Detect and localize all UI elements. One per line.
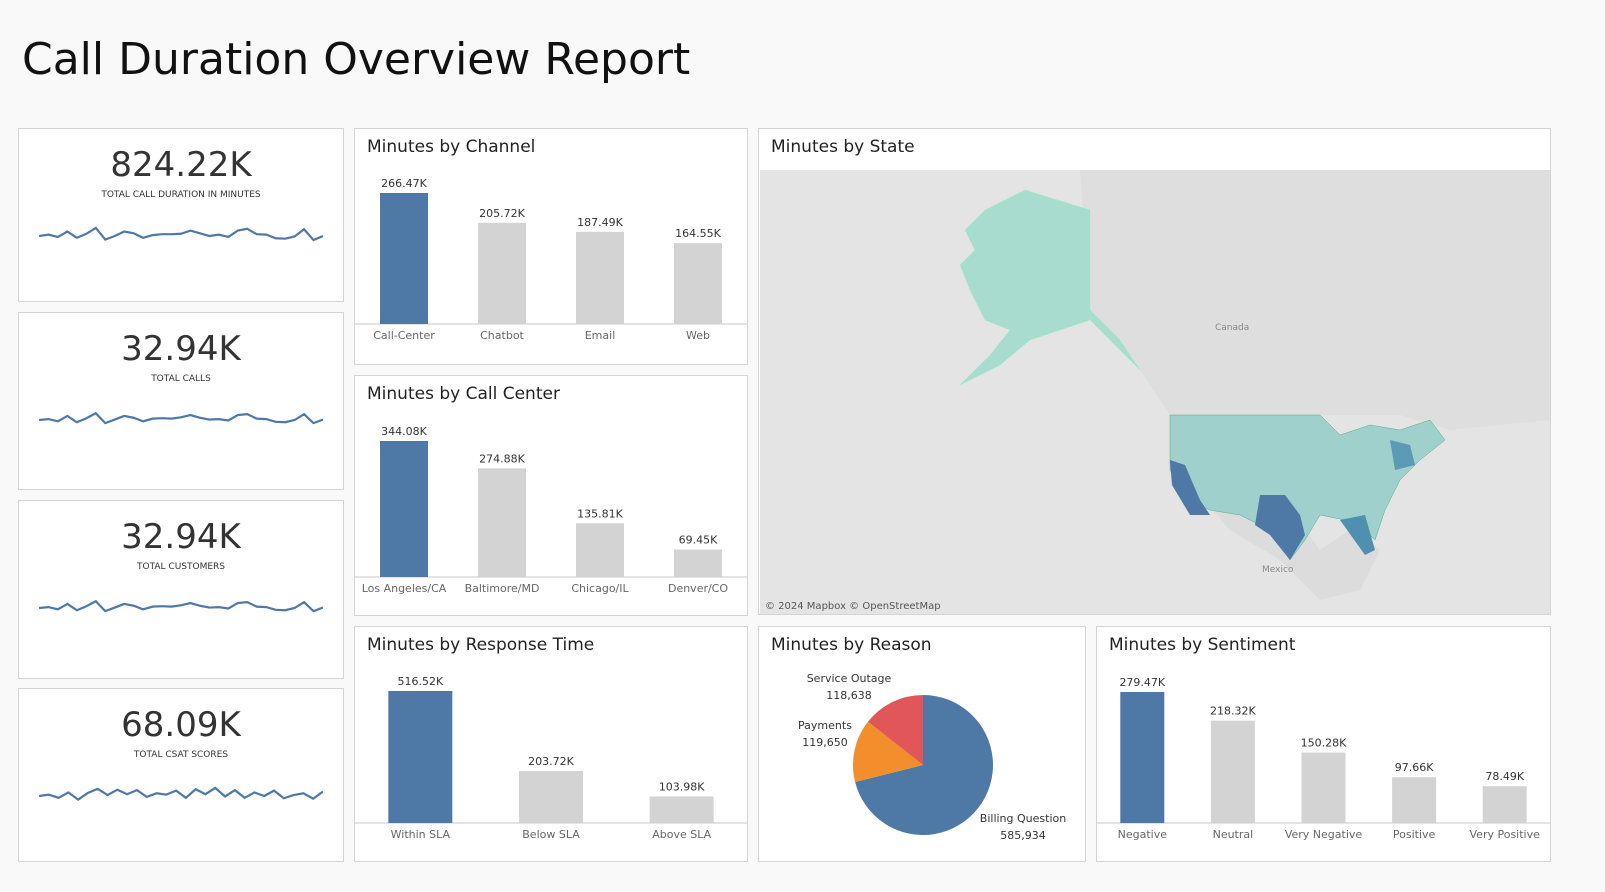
channel-chart-panel: Minutes by Channel 266.47K Call-Center 205… [354, 128, 748, 365]
pie-label-name: Billing Question [980, 812, 1066, 825]
sparkline-path [39, 411, 323, 425]
chart-title: Minutes by State [771, 137, 915, 157]
bar[interactable] [380, 193, 428, 324]
category-label: Chicago/IL [571, 582, 629, 595]
bar-value-label: 150.28K [1301, 737, 1347, 750]
bar-value-label: 69.45K [679, 534, 718, 547]
chart-title: Minutes by Reason [771, 635, 932, 655]
bar[interactable] [380, 441, 428, 577]
category-label: Baltimore/MD [465, 582, 540, 595]
category-label: Call-Center [373, 329, 435, 342]
map-label-canada: Canada [1215, 323, 1250, 333]
category-label: Very Positive [1470, 828, 1541, 841]
chart-title: Minutes by Call Center [367, 384, 560, 404]
category-label: Chatbot [480, 329, 524, 342]
category-label: Positive [1393, 828, 1436, 841]
bar-value-label: 203.72K [528, 755, 574, 768]
category-label: Denver/CO [668, 582, 728, 595]
state-map[interactable] [760, 170, 1550, 614]
kpi-label: TOTAL CUSTOMERS [137, 562, 225, 572]
category-label: Los Angeles/CA [362, 582, 447, 595]
bar[interactable] [1210, 720, 1255, 823]
kpi-card-customers[interactable]: 32.94K TOTAL CUSTOMERS [18, 500, 344, 679]
bar[interactable] [1482, 786, 1527, 823]
category-label: Web [686, 329, 710, 342]
pie-label-value: 585,934 [1000, 829, 1046, 842]
response-chart-panel: Minutes by Response Time 516.52K Within S… [354, 626, 748, 862]
bar[interactable] [674, 549, 722, 577]
bar-value-label: 344.08K [381, 425, 427, 438]
kpi-card-csat[interactable]: 68.09K TOTAL CSAT SCORES [18, 688, 344, 862]
sparkline-path [39, 599, 323, 613]
bar[interactable] [388, 691, 453, 823]
chart-title: Minutes by Channel [367, 137, 536, 157]
pie-label-name: Payments [798, 719, 852, 732]
bar-value-label: 135.81K [577, 507, 623, 520]
bar[interactable] [478, 222, 526, 324]
bar-value-label: 266.47K [381, 177, 427, 190]
kpi-card-calls[interactable]: 32.94K TOTAL CALLS [18, 312, 344, 490]
bar-value-label: 103.98K [659, 780, 705, 793]
sparkline [39, 786, 323, 801]
reason-chart-panel: Minutes by Reason Service Outage 118,638… [758, 626, 1086, 862]
bar[interactable] [649, 796, 714, 823]
reason-pie-chart: Service Outage 118,638 Payments 119,650 … [798, 672, 1066, 842]
chart-title: Minutes by Response Time [367, 635, 595, 655]
kpi-label: TOTAL CALLS [151, 374, 211, 384]
bar-value-label: 279.47K [1119, 676, 1165, 689]
kpi-value: 68.09K [121, 705, 241, 745]
bar[interactable] [1120, 692, 1165, 823]
sparkline-path [39, 786, 323, 801]
category-label: Negative [1118, 828, 1168, 841]
page-title: Call Duration Overview Report [22, 34, 691, 85]
bar[interactable] [478, 468, 526, 577]
bar-value-label: 218.32K [1210, 705, 1256, 718]
kpi-label: TOTAL CALL DURATION IN MINUTES [101, 190, 261, 200]
callcenter-bar-chart: 344.08K Los Angeles/CA 274.88K Baltimore/MD… [355, 425, 747, 595]
chart-title: Minutes by Sentiment [1109, 635, 1296, 655]
category-label: Very Negative [1285, 828, 1363, 841]
bar[interactable] [674, 243, 722, 324]
bar-value-label: 274.88K [479, 452, 525, 465]
bar-value-label: 187.49K [577, 216, 623, 229]
bar[interactable] [519, 770, 583, 823]
sparkline [39, 599, 323, 613]
kpi-value: 824.22K [110, 145, 252, 185]
sentiment-chart-panel: Minutes by Sentiment 279.47K Negative 218.… [1096, 626, 1551, 862]
kpi-value: 32.94K [121, 329, 241, 369]
sparkline [39, 411, 323, 425]
map-label-mexico: Mexico [1262, 565, 1294, 575]
bar[interactable] [1301, 752, 1346, 823]
channel-bar-chart: 266.47K Call-Center 205.72K Chatbot 187.49K E… [355, 177, 747, 342]
bar-value-label: 516.52K [397, 675, 443, 688]
category-label: Below SLA [522, 828, 580, 841]
pie-label-name: Service Outage [807, 672, 892, 685]
sparkline [39, 226, 323, 242]
bar[interactable] [1392, 777, 1437, 823]
pie-label-value: 119,650 [802, 736, 848, 749]
bar[interactable] [576, 231, 624, 324]
category-label: Within SLA [391, 828, 451, 841]
bar-value-label: 164.55K [675, 227, 721, 240]
category-label: Neutral [1213, 828, 1254, 841]
kpi-card-duration[interactable]: 824.22K TOTAL CALL DURATION IN MINUTES [18, 128, 344, 302]
callcenter-chart-panel: Minutes by Call Center 344.08K Los Angele… [354, 375, 748, 616]
bar-value-label: 205.72K [479, 207, 525, 220]
map-panel: Minutes by State Canada Mexico © 2024 Ma… [758, 128, 1551, 615]
kpi-value: 32.94K [121, 517, 241, 557]
bar[interactable] [576, 523, 624, 577]
category-label: Above SLA [652, 828, 711, 841]
sparkline-path [39, 226, 323, 242]
map-copyright[interactable]: © 2024 Mapbox © OpenStreetMap [765, 601, 941, 612]
kpi-label: TOTAL CSAT SCORES [133, 750, 229, 760]
category-label: Email [585, 329, 616, 342]
bar-value-label: 78.49K [1485, 770, 1524, 783]
sentiment-bar-chart: 279.47K Negative 218.32K Neutral 150.28K Very… [1097, 676, 1550, 841]
response-bar-chart: 516.52K Within SLA 203.72K Below SLA 103.98K… [355, 675, 747, 841]
pie-label-value: 118,638 [826, 689, 872, 702]
bar-value-label: 97.66K [1395, 761, 1434, 774]
